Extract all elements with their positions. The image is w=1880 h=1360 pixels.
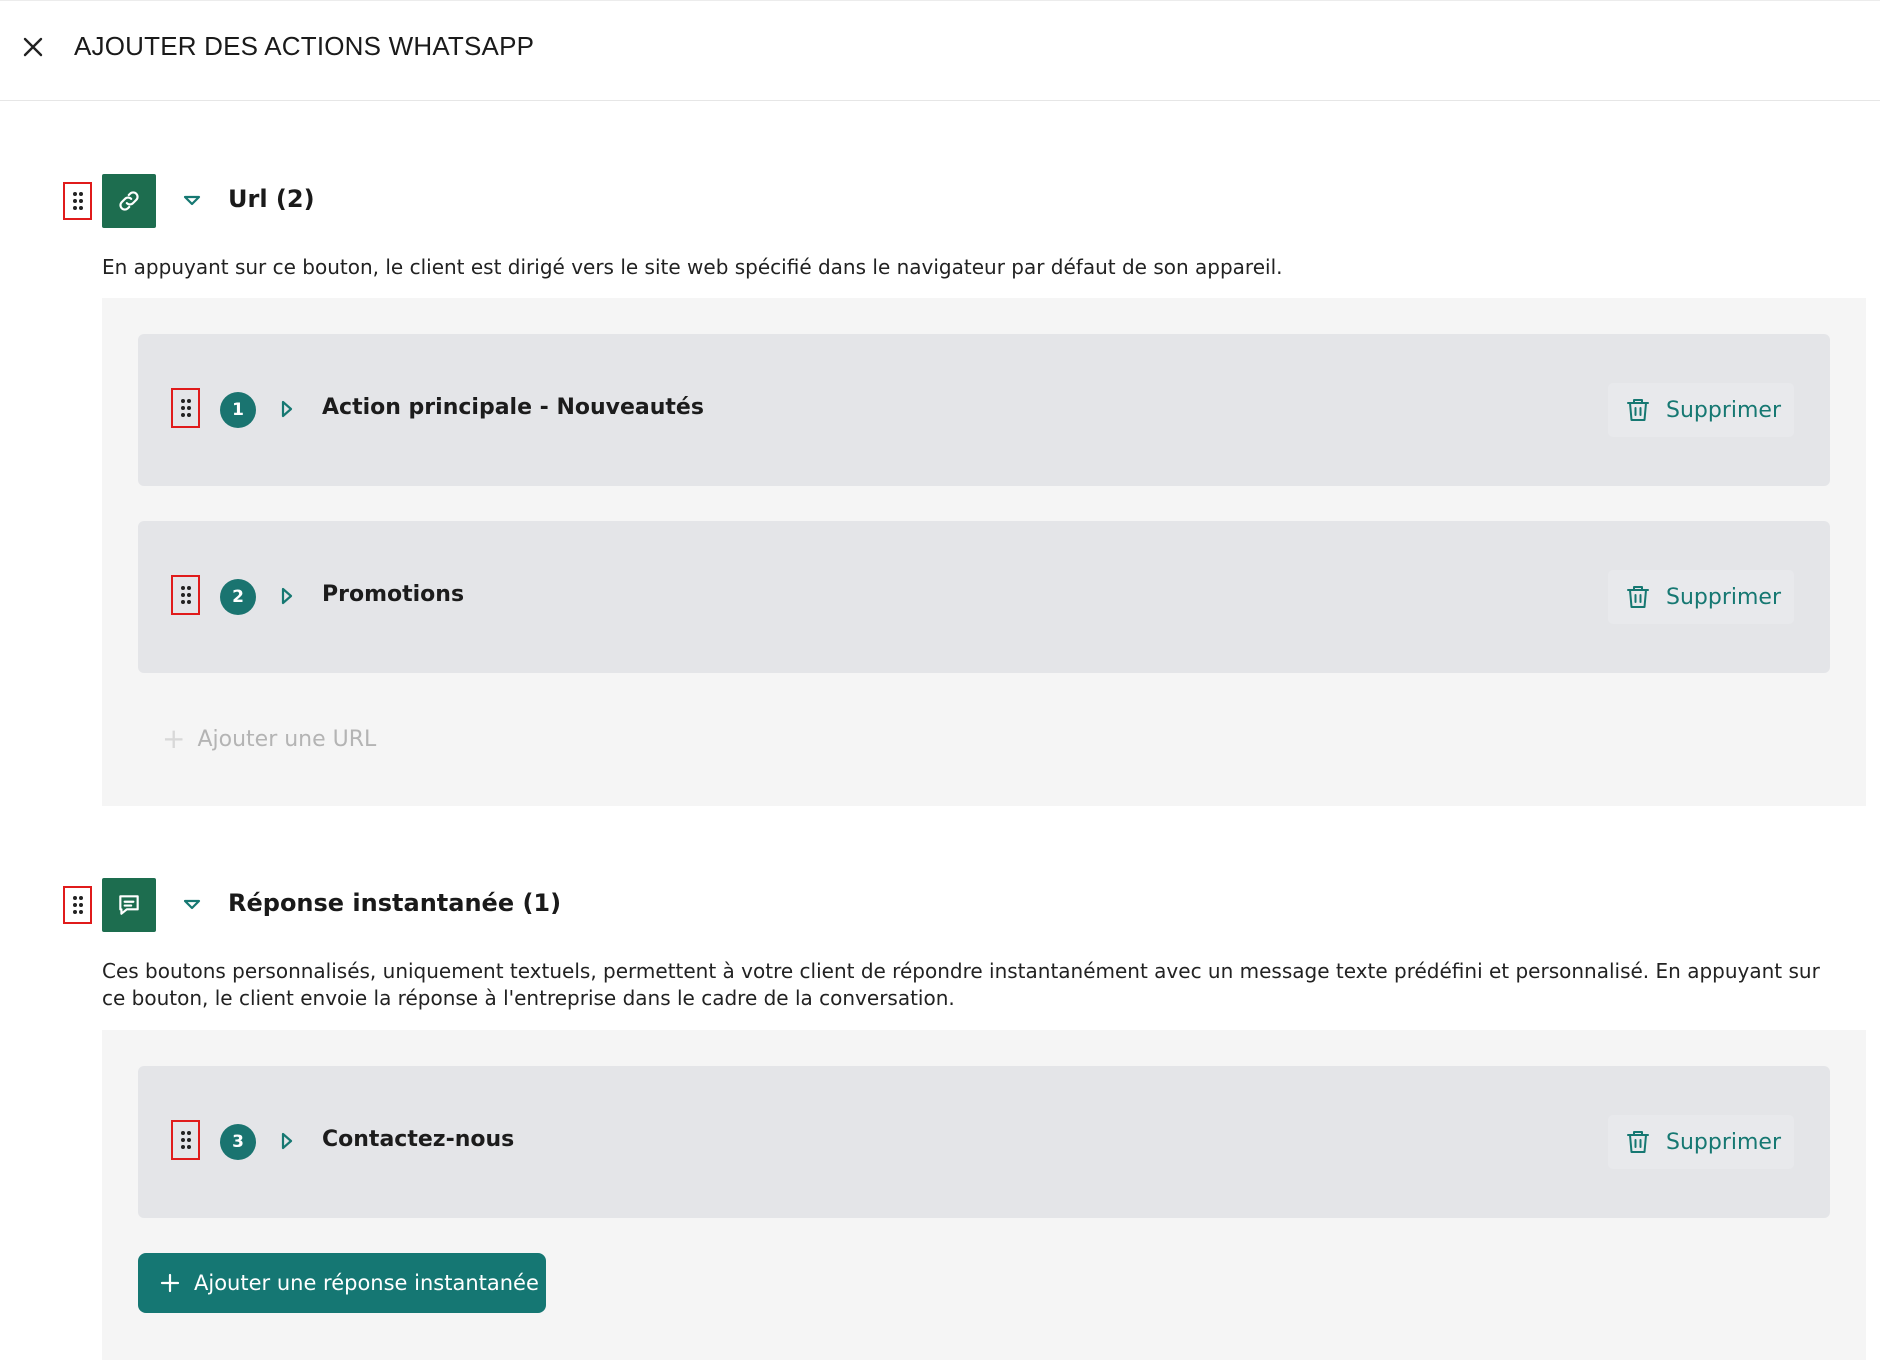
chevron-down-icon [183, 899, 201, 910]
header-bar: AJOUTER DES ACTIONS WHATSAPP [0, 0, 1880, 101]
close-button[interactable] [18, 32, 48, 62]
add-quick-reply-label: Ajouter une réponse instantanée [194, 1271, 539, 1295]
delete-label: Supprimer [1666, 397, 1782, 423]
chevron-down-icon [183, 195, 201, 206]
trash-icon [1627, 1131, 1649, 1153]
url-items-panel: 1 Action principale - Nouveautés Supprim… [102, 298, 1866, 806]
item-expand-toggle[interactable] [278, 1130, 296, 1152]
item-number-badge: 3 [220, 1124, 256, 1160]
page-title: AJOUTER DES ACTIONS WHATSAPP [74, 31, 535, 61]
add-quick-reply-button[interactable]: Ajouter une réponse instantanée [138, 1253, 546, 1313]
trash-icon [1627, 586, 1649, 608]
section-description-quick-reply: Ces boutons personnalisés, uniquement te… [102, 959, 1820, 1010]
delete-button[interactable]: Supprimer [1608, 383, 1794, 437]
delete-label: Supprimer [1666, 1129, 1782, 1155]
quick-reply-type-icon-box [102, 878, 156, 932]
plus-icon: + [162, 722, 186, 755]
close-icon [23, 37, 43, 57]
section-title-url: Url (2) [228, 185, 315, 213]
delete-label: Supprimer [1666, 584, 1782, 610]
section-toggle-quick-reply[interactable] [180, 894, 204, 916]
delete-button[interactable]: Supprimer [1608, 570, 1794, 624]
drag-handle-item[interactable] [171, 1120, 200, 1160]
list-item: 3 Contactez-nous Supprimer [138, 1066, 1830, 1218]
list-item: 2 Promotions Supprimer [138, 521, 1830, 673]
item-label: Action principale - Nouveautés [322, 395, 704, 420]
chat-icon [119, 895, 139, 915]
delete-button[interactable]: Supprimer [1608, 1115, 1794, 1169]
section-header-quick-reply: Réponse instantanée (1) [0, 878, 1880, 932]
drag-handle-icon [180, 399, 191, 417]
chevron-right-icon [281, 400, 293, 418]
item-label: Contactez-nous [322, 1127, 515, 1152]
drag-handle-item[interactable] [171, 388, 200, 428]
drag-handle-section-url[interactable] [63, 182, 92, 220]
trash-icon [1627, 399, 1649, 421]
url-type-icon-box [102, 174, 156, 228]
link-icon [119, 191, 139, 211]
drag-handle-icon [180, 586, 191, 604]
item-expand-toggle[interactable] [278, 585, 296, 607]
list-item: 1 Action principale - Nouveautés Supprim… [138, 334, 1830, 486]
drag-handle-icon [72, 896, 83, 914]
drag-handle-section-quick-reply[interactable] [63, 886, 92, 924]
drag-handle-icon [180, 1131, 191, 1149]
drag-handle-icon [72, 192, 83, 210]
add-url-button[interactable]: + Ajouter une URL [162, 724, 376, 754]
section-title-quick-reply: Réponse instantanée (1) [228, 889, 562, 917]
plus-icon [160, 1273, 180, 1293]
section-description-url: En appuyant sur ce bouton, le client est… [102, 255, 1283, 279]
item-number-badge: 1 [220, 392, 256, 428]
add-url-label: Ajouter une URL [197, 726, 377, 752]
chevron-right-icon [281, 1132, 293, 1150]
item-label: Promotions [322, 582, 465, 607]
chevron-right-icon [281, 587, 293, 605]
item-number-badge: 2 [220, 579, 256, 615]
item-expand-toggle[interactable] [278, 398, 296, 420]
quick-reply-items-panel: 3 Contactez-nous Supprimer Ajouter une r… [102, 1030, 1866, 1360]
section-toggle-url[interactable] [180, 190, 204, 212]
section-header-url: Url (2) [0, 174, 1880, 228]
drag-handle-item[interactable] [171, 575, 200, 615]
